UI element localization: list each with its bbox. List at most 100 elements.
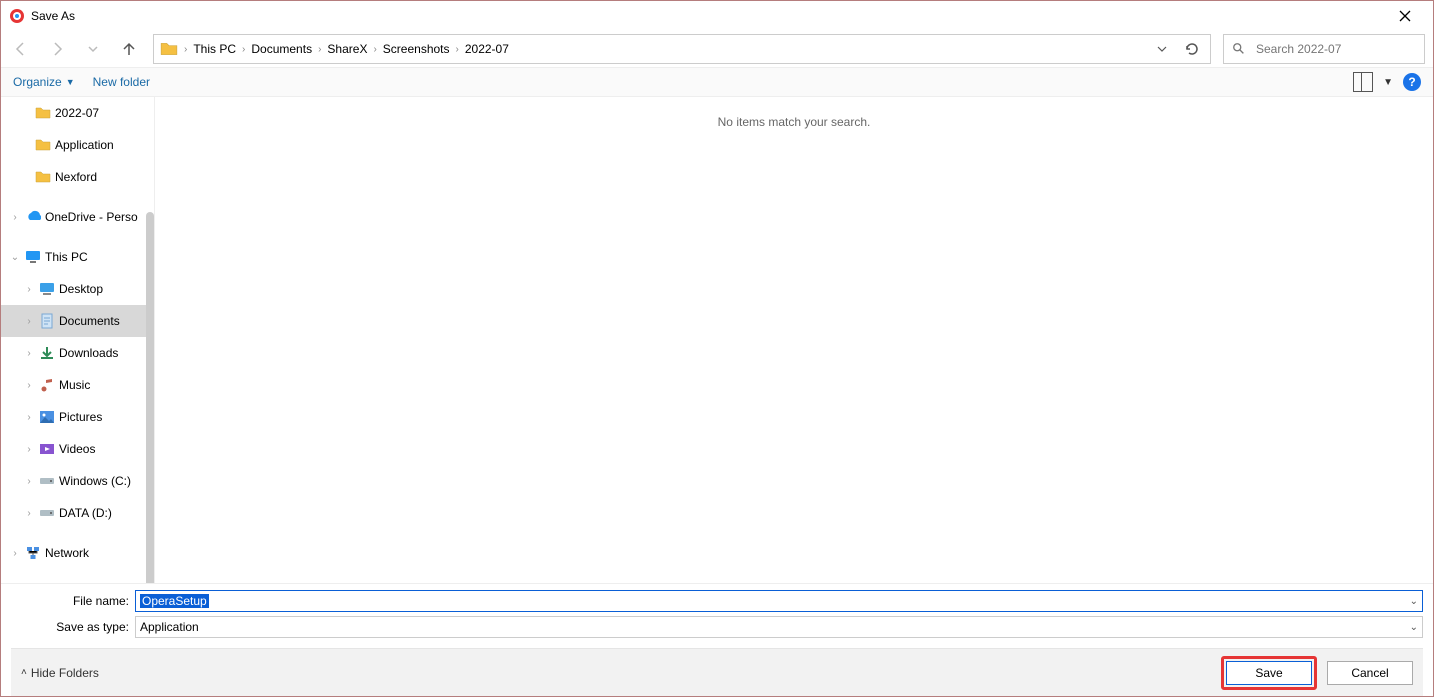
tree-item[interactable]: 2022-07 — [1, 97, 154, 129]
breadcrumb-documents[interactable]: Documents — [247, 42, 316, 56]
tree-item-label: Windows (C:) — [59, 474, 131, 488]
tree-item-label: 2022-07 — [55, 106, 99, 120]
folder-icon — [35, 105, 51, 121]
nav-back-button[interactable] — [5, 35, 37, 63]
drive-icon — [39, 473, 55, 489]
tree-item-label: Videos — [59, 442, 95, 456]
filename-field[interactable]: OperaSetup ⌄ — [135, 590, 1423, 612]
pictures-icon — [39, 409, 55, 425]
arrow-right-icon — [49, 41, 65, 57]
save-button[interactable]: Save — [1226, 661, 1312, 685]
drive-icon — [39, 505, 55, 521]
arrow-up-icon — [121, 41, 137, 57]
tree-scrollbar[interactable] — [146, 212, 154, 583]
close-button[interactable] — [1385, 2, 1425, 30]
nav-row: › This PC › Documents › ShareX › Screens… — [1, 31, 1433, 67]
savetype-label: Save as type: — [11, 620, 129, 634]
file-area: No items match your search. — [155, 97, 1433, 583]
refresh-icon — [1184, 41, 1200, 57]
nav-forward-button[interactable] — [41, 35, 73, 63]
chevron-down-icon — [1157, 44, 1167, 54]
search-box[interactable] — [1223, 34, 1425, 64]
hide-folders-button[interactable]: ˄ Hide Folders — [21, 666, 99, 680]
expand-icon[interactable]: › — [23, 348, 35, 359]
footer: File name: OperaSetup ⌄ Save as type: Ap… — [1, 583, 1433, 696]
new-folder-button[interactable]: New folder — [93, 75, 150, 89]
tree-item-label: Network — [45, 546, 89, 560]
tree-item[interactable]: › Videos — [1, 433, 154, 465]
organize-button[interactable]: Organize ▼ — [13, 75, 75, 89]
chevron-right-icon: › — [184, 44, 187, 55]
chevron-down-icon[interactable]: ⌄ — [1410, 622, 1418, 633]
folder-tree: 2022-07 ApplicationNexford › OneDrive - Per… — [1, 97, 155, 583]
refresh-button[interactable] — [1180, 37, 1204, 61]
nav-up-button[interactable] — [113, 35, 145, 63]
chevron-right-icon: › — [373, 44, 376, 55]
savetype-value: Application — [140, 620, 199, 634]
tree-item[interactable]: › OneDrive - Perso — [1, 201, 154, 233]
expand-icon[interactable]: › — [9, 548, 21, 559]
body: 2022-07 ApplicationNexford › OneDrive - Per… — [1, 97, 1433, 583]
breadcrumb-sharex[interactable]: ShareX — [323, 42, 371, 56]
doc-icon — [39, 313, 55, 329]
network-icon — [25, 545, 41, 561]
address-history-button[interactable] — [1150, 37, 1174, 61]
tree-item-label: OneDrive - Perso — [45, 210, 138, 224]
expand-icon[interactable]: › — [23, 284, 35, 295]
view-mode-button[interactable] — [1353, 72, 1373, 92]
tree-item[interactable]: Nexford — [1, 161, 154, 193]
tree-item[interactable]: › Network — [1, 537, 154, 569]
download-icon — [39, 345, 55, 361]
tree-item[interactable]: ›Desktop — [1, 273, 154, 305]
expand-icon[interactable]: › — [23, 508, 35, 519]
desktop-icon — [39, 281, 55, 297]
view-mode-dropdown[interactable]: ▼ — [1383, 77, 1393, 88]
cloud-icon — [25, 209, 41, 225]
filename-label: File name: — [11, 594, 129, 608]
expand-icon[interactable]: › — [23, 316, 35, 327]
folder-icon — [35, 169, 51, 185]
folder-icon — [35, 137, 51, 153]
expand-icon[interactable]: › — [23, 380, 35, 391]
tree-item[interactable]: ›Music — [1, 369, 154, 401]
chevron-right-icon: › — [318, 44, 321, 55]
search-icon — [1232, 42, 1246, 56]
breadcrumb-current[interactable]: 2022-07 — [461, 42, 513, 56]
empty-message: No items match your search. — [718, 115, 871, 129]
window-title: Save As — [31, 9, 75, 23]
chevron-right-icon: › — [456, 44, 459, 55]
titlebar: Save As — [1, 1, 1433, 31]
expand-icon[interactable]: › — [23, 444, 35, 455]
music-icon — [39, 377, 55, 393]
chevron-up-icon: ˄ — [21, 667, 27, 678]
expand-icon[interactable]: › — [23, 476, 35, 487]
tree-item[interactable]: ⌄This PC — [1, 241, 154, 273]
arrow-left-icon — [13, 41, 29, 57]
close-icon — [1399, 10, 1411, 22]
tree-item[interactable]: ›Downloads — [1, 337, 154, 369]
help-button[interactable]: ? — [1403, 73, 1421, 91]
tree-item-label: Pictures — [59, 410, 102, 424]
tree-item[interactable]: Application — [1, 129, 154, 161]
chevron-down-icon[interactable]: ⌄ — [1410, 596, 1418, 607]
tree-item[interactable]: ›Documents — [1, 305, 154, 337]
expand-icon[interactable]: › — [23, 412, 35, 423]
breadcrumb-screenshots[interactable]: Screenshots — [379, 42, 454, 56]
collapse-icon[interactable]: ⌄ — [9, 252, 21, 263]
videos-icon — [39, 441, 55, 457]
nav-recent-button[interactable] — [77, 35, 109, 63]
tree-item[interactable]: ›DATA (D:) — [1, 497, 154, 529]
tree-item[interactable]: › Windows (C:) — [1, 465, 154, 497]
savetype-field[interactable]: Application ⌄ — [135, 616, 1423, 638]
breadcrumb-this-pc[interactable]: This PC — [189, 42, 240, 56]
filename-value: OperaSetup — [140, 594, 209, 608]
caret-down-icon: ▼ — [66, 77, 75, 87]
tree-item[interactable]: › Pictures — [1, 401, 154, 433]
save-highlight: Save — [1221, 656, 1317, 690]
cancel-button[interactable]: Cancel — [1327, 661, 1413, 685]
folder-icon — [160, 40, 178, 58]
expand-icon[interactable]: › — [9, 212, 21, 223]
chevron-down-icon — [88, 44, 98, 54]
address-bar[interactable]: › This PC › Documents › ShareX › Screens… — [153, 34, 1211, 64]
search-input[interactable] — [1254, 41, 1416, 57]
